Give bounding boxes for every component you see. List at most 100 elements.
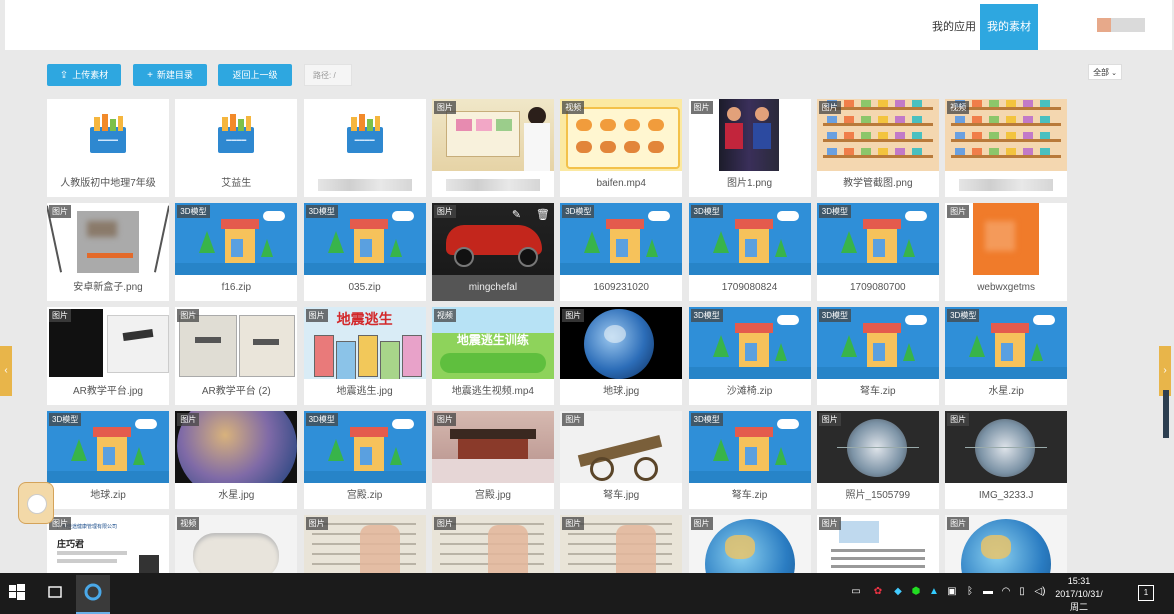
material-tile[interactable]: 图片 宫殿.jpg <box>431 411 554 509</box>
material-tile[interactable]: ▬▬▬▬ 人教版初中地理7年级 <box>47 99 169 197</box>
material-tile[interactable]: 视频 <box>945 99 1068 197</box>
device-tray-icon[interactable]: ▣ <box>946 586 958 598</box>
cloud-tray-icon[interactable]: ▲ <box>928 586 940 598</box>
material-caption: webwxgetms <box>977 282 1035 293</box>
floating-control-button[interactable] <box>18 482 54 524</box>
new-directory-button[interactable]: + 新建目录 <box>133 64 207 86</box>
type-badge: 图片 <box>177 309 200 322</box>
material-tile[interactable]: 3D模型 1609231020 <box>560 203 683 301</box>
material-tile[interactable]: 图片 弩车.jpg <box>560 411 683 509</box>
delete-icon[interactable]: 🗑 <box>536 208 550 221</box>
material-tile[interactable]: 3D模型 宫殿.zip <box>303 411 426 509</box>
material-tile[interactable]: 3D模型 1709080824 <box>688 203 811 301</box>
type-badge: 图片 <box>433 101 456 114</box>
shield-icon[interactable]: ⬢ <box>910 586 922 598</box>
material-tile[interactable]: 3D模型 1709080700 <box>816 203 939 301</box>
material-tile[interactable]: 图片 图片1.png <box>688 99 811 197</box>
filter-select[interactable]: 全部 ⌄ <box>1088 64 1122 80</box>
scroll-right-arrow[interactable]: › <box>1159 346 1171 396</box>
material-tile[interactable]: 图片地球.jpg <box>560 307 683 405</box>
task-view-icon[interactable] <box>46 583 64 601</box>
wifi-icon[interactable]: ◠ <box>1000 586 1012 598</box>
material-tile[interactable]: 3D模型 水星.zip <box>945 307 1068 405</box>
type-badge: 3D模型 <box>177 205 210 218</box>
type-badge: 视频 <box>433 309 456 322</box>
material-tile[interactable]: 图片 IMG_3233.J <box>945 411 1068 509</box>
scroll-left-arrow[interactable]: ‹ <box>0 346 12 396</box>
scrollbar[interactable] <box>1163 390 1169 438</box>
material-tile[interactable]: 图片 教学管截图.png <box>816 99 939 197</box>
app-tray-icon[interactable]: ✿ <box>872 586 884 598</box>
type-badge: 图片 <box>947 413 970 426</box>
material-tile[interactable]: 图片 AR教学平台 (2) <box>175 307 298 405</box>
type-badge: 3D模型 <box>818 309 852 322</box>
plus-icon: + <box>147 70 153 81</box>
edit-icon[interactable]: ✎ <box>512 208 521 221</box>
material-caption: f16.zip <box>221 282 252 293</box>
nav-my-apps[interactable]: 我的应用 <box>929 4 979 50</box>
system-clock[interactable]: 15:31 2017/10/31/周二 <box>1053 575 1105 614</box>
username[interactable] <box>1111 18 1145 32</box>
material-tile[interactable]: 3D模型 f16.zip <box>175 203 298 301</box>
material-caption: 地球.jpg <box>603 386 640 397</box>
material-tile[interactable]: 3D模型 沙滩椅.zip <box>688 307 811 405</box>
material-caption: 图片1.png <box>726 178 773 189</box>
type-badge: 视频 <box>562 101 585 114</box>
nav-my-materials[interactable]: 我的素材 <box>980 4 1038 50</box>
keyboard-tray-icon[interactable]: ▭ <box>850 586 862 598</box>
type-badge: 图片 <box>433 517 456 530</box>
material-tile[interactable]: 图片 水星.jpg <box>175 411 298 509</box>
material-tile[interactable]: 3D模型 弩车.zip <box>688 411 811 509</box>
usb-icon[interactable]: ▯ <box>1016 586 1028 598</box>
type-badge: 3D模型 <box>690 413 723 426</box>
material-tile[interactable]: 图片 webwxgetms <box>945 203 1068 301</box>
type-badge: 图片 <box>562 309 585 322</box>
material-thumbnail[interactable]: ▬▬▬▬ <box>47 99 169 171</box>
dpad-icon <box>27 494 47 514</box>
material-caption: 弩车.jpg <box>603 490 640 501</box>
battery-icon[interactable]: ▬ <box>982 586 994 598</box>
avatar[interactable] <box>1097 18 1111 32</box>
material-tile[interactable]: ▬▬▬▬ <box>303 99 426 197</box>
notification-center-icon[interactable]: 1 <box>1138 585 1154 601</box>
back-button[interactable]: 返回上一级 <box>218 64 292 86</box>
filter-value: 全部 <box>1093 68 1110 77</box>
material-tile[interactable]: 视频 baifen.mp4 <box>560 99 683 197</box>
path-breadcrumb: 路径: / <box>304 64 352 86</box>
material-tile[interactable]: 图片 安卓新盒子.png <box>47 203 169 301</box>
material-tile[interactable]: 地震逃生 图片 地震逃生.jpg <box>303 307 426 405</box>
material-tile[interactable]: ▬▬▬▬ 艾益生 <box>175 99 298 197</box>
material-caption: 1709080824 <box>721 282 778 293</box>
material-tile[interactable]: 3D模型 035.zip <box>303 203 426 301</box>
volume-icon[interactable]: ◁) <box>1034 586 1046 598</box>
clock-time: 15:31 <box>1067 576 1091 586</box>
taskbar-app-active[interactable] <box>76 575 110 614</box>
material-caption: baifen.mp4 <box>596 178 646 189</box>
material-tile[interactable]: 图片 AR教学平台.jpg <box>47 307 169 405</box>
redacted-text <box>445 179 540 191</box>
folder-label: ▬▬▬▬ <box>226 137 247 143</box>
material-caption: 地震逃生视频.mp4 <box>451 386 534 397</box>
material-tile[interactable]: 图片 照片_1505799 <box>816 411 939 509</box>
security-tray-icon[interactable]: ◆ <box>892 586 904 598</box>
windows-start-icon[interactable] <box>8 583 26 601</box>
type-badge: 图片 <box>947 205 970 218</box>
type-badge: 图片 <box>433 413 456 426</box>
material-tile[interactable]: 3D模型 弩车.zip <box>816 307 939 405</box>
material-caption: 1709080700 <box>849 282 906 293</box>
material-thumbnail[interactable]: ▬▬▬▬ <box>175 99 298 171</box>
material-caption: 教学管截图.png <box>843 178 913 189</box>
bluetooth-icon[interactable]: ᛒ <box>964 586 976 598</box>
upload-button-label: 上传素材 <box>72 70 109 80</box>
material-tile[interactable]: 图片 <box>431 99 554 197</box>
material-thumbnail[interactable]: ▬▬▬▬ <box>303 99 426 171</box>
material-tile[interactable]: 3D模型 地球.zip <box>47 411 169 509</box>
material-tile[interactable]: ✎ 🗑 图片 mingchefal <box>431 203 554 301</box>
redacted-text <box>317 179 412 191</box>
material-tile[interactable]: 地震逃生训练 视频 地震逃生视频.mp4 <box>431 307 554 405</box>
upload-button[interactable]: ⇪ 上传素材 <box>47 64 121 86</box>
card-name: 庄巧君 <box>57 539 85 549</box>
type-badge: 图片 <box>818 517 841 530</box>
type-badge: 图片 <box>305 517 328 530</box>
notification-count: 1 <box>1143 588 1149 597</box>
